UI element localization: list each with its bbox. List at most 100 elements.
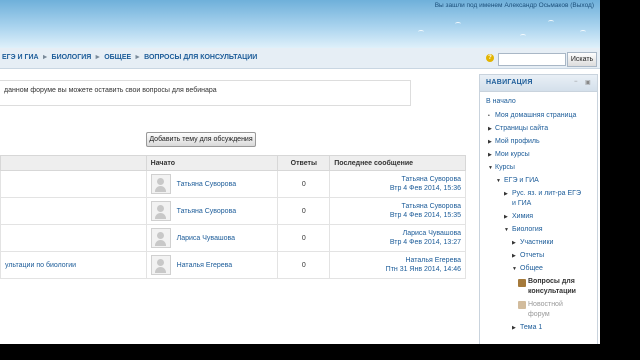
browser-screen: Вы зашли под именем Александр Осьмаков (… <box>0 0 600 344</box>
expand-arrow-icon[interactable]: ▶ <box>512 240 516 246</box>
last-post-author[interactable]: Татьяна Суворова <box>334 175 461 184</box>
last-post-date[interactable]: Втр 4 Фев 2014, 13:27 <box>334 238 461 247</box>
last-post-cell: Татьяна Суворова Втр 4 Фев 2014, 15:35 <box>329 197 466 225</box>
forum-icon <box>518 301 526 309</box>
nav-news-forum-line2[interactable]: форум <box>528 311 550 318</box>
expand-arrow-icon[interactable]: ▶ <box>488 139 492 145</box>
author-link[interactable]: Татьяна Суворова <box>177 181 236 188</box>
expand-arrow-icon[interactable]: ▶ <box>488 152 492 158</box>
table-row: Татьяна Суворова 0 Татьяна Суворова Втр 4… <box>0 170 466 198</box>
avatar[interactable] <box>150 201 171 221</box>
breadcrumb-link-ege[interactable]: ЕГЭ И ГИА <box>2 54 39 61</box>
breadcrumb-link-general[interactable]: ОБЩЕЕ <box>104 54 131 61</box>
started-cell: Татьяна Суворова <box>145 197 279 225</box>
help-icon[interactable]: ? <box>486 54 494 62</box>
breadcrumb-separator: ► <box>134 54 142 61</box>
expand-arrow-icon[interactable]: ▶ <box>504 214 508 220</box>
col-header-last-post[interactable]: Последнее сообщение <box>329 155 466 171</box>
last-post-author[interactable]: Наталья Егерева <box>334 256 461 265</box>
nav-my-home[interactable]: Моя домашняя страница <box>495 112 576 119</box>
forum-intro-box: данном форуме вы можете оставить свои во… <box>0 80 411 106</box>
expand-arrow-icon[interactable]: ▶ <box>512 253 516 259</box>
nav-topic-1[interactable]: Тема 1 <box>520 324 542 331</box>
col-header-started[interactable]: Начато <box>145 155 279 171</box>
replies-count[interactable]: 0 <box>277 224 331 252</box>
nav-my-profile[interactable]: Мой профиль <box>495 138 540 145</box>
nav-news-forum[interactable]: Новостной <box>528 301 563 308</box>
navigation-title: НАВИГАЦИЯ <box>486 79 533 86</box>
avatar[interactable] <box>150 255 171 275</box>
add-topic-button[interactable]: Добавить тему для обсуждения <box>146 132 256 147</box>
last-post-date[interactable]: Втр 4 Фев 2014, 15:36 <box>334 184 461 193</box>
last-post-date[interactable]: Втр 4 Фев 2014, 15:35 <box>334 211 461 220</box>
last-post-cell: Лариса Чувашова Втр 4 Фев 2014, 13:27 <box>329 224 466 252</box>
started-cell: Татьяна Суворова <box>145 170 279 198</box>
forum-icon <box>518 279 526 287</box>
nav-home[interactable]: В начало <box>486 98 516 105</box>
letterbox-bar <box>600 0 640 360</box>
nav-course-biology[interactable]: Биология <box>512 226 543 233</box>
nav-reports[interactable]: Отчеты <box>520 252 544 259</box>
last-post-cell: Наталья Егерева Птн 31 Янв 2014, 14:46 <box>329 251 466 279</box>
breadcrumb-separator: ► <box>94 54 102 61</box>
collapse-arrow-icon[interactable]: ▼ <box>512 266 517 272</box>
breadcrumb-separator: ► <box>41 54 49 61</box>
collapse-arrow-icon[interactable]: ▼ <box>488 165 493 171</box>
last-post-date[interactable]: Птн 31 Янв 2014, 14:46 <box>334 265 461 274</box>
expand-arrow-icon[interactable]: ▶ <box>488 126 492 132</box>
nav-forum-questions-line2[interactable]: консультации <box>528 288 576 295</box>
forum-intro-text: данном форуме вы можете оставить свои во… <box>4 87 217 94</box>
nav-course-russian-line2[interactable]: и ГИА <box>512 200 531 207</box>
topic-link[interactable]: ультации по биологии <box>0 251 147 279</box>
breadcrumb-current[interactable]: ВОПРОСЫ ДЛЯ КОНСУЛЬТАЦИИ <box>144 54 257 61</box>
topic-link[interactable] <box>0 197 147 225</box>
collapse-arrow-icon[interactable]: ▼ <box>504 227 509 233</box>
nav-course-russian[interactable]: Рус. яз. и лит-ра ЕГЭ <box>512 190 581 197</box>
bird-decoration <box>418 30 424 34</box>
nav-general[interactable]: Общее <box>520 265 543 272</box>
search-input[interactable] <box>498 53 566 66</box>
site-header: Вы зашли под именем Александр Осьмаков (… <box>0 0 600 48</box>
author-link[interactable]: Наталья Егерева <box>177 262 233 269</box>
table-row: Татьяна Суворова 0 Татьяна Суворова Втр 4… <box>0 197 466 225</box>
avatar[interactable] <box>150 228 171 248</box>
started-cell: Наталья Егерева <box>145 251 279 279</box>
last-post-cell: Татьяна Суворова Втр 4 Фев 2014, 15:36 <box>329 170 466 198</box>
navigation-header: НАВИГАЦИЯ − ▣ <box>480 75 597 92</box>
search-button[interactable]: Искать <box>567 52 597 67</box>
bullet-icon: • <box>488 113 490 119</box>
replies-count[interactable]: 0 <box>277 170 331 198</box>
table-row: Лариса Чувашова 0 Лариса Чувашова Втр 4 Ф… <box>0 224 466 252</box>
topic-link[interactable] <box>0 170 147 198</box>
replies-count[interactable]: 0 <box>277 197 331 225</box>
nav-participants[interactable]: Участники <box>520 239 553 246</box>
topic-link[interactable] <box>0 224 147 252</box>
last-post-author[interactable]: Татьяна Суворова <box>334 202 461 211</box>
nav-site-pages[interactable]: Страницы сайта <box>495 125 548 132</box>
last-post-author[interactable]: Лариса Чувашова <box>334 229 461 238</box>
bird-decoration <box>520 34 526 38</box>
bird-decoration <box>580 30 586 34</box>
author-link[interactable]: Лариса Чувашова <box>177 235 235 242</box>
nav-ege[interactable]: ЕГЭ и ГИА <box>504 177 539 184</box>
col-header-topic <box>0 155 147 171</box>
dock-icon[interactable]: ▣ <box>585 79 591 86</box>
author-link[interactable]: Татьяна Суворова <box>177 208 236 215</box>
avatar[interactable] <box>150 174 171 194</box>
nav-course-chemistry[interactable]: Химия <box>512 213 533 220</box>
discussion-table: Начато Ответы Последнее сообщение Татьян… <box>0 155 466 279</box>
nav-forum-questions[interactable]: Вопросы для <box>528 278 575 285</box>
expand-arrow-icon[interactable]: ▶ <box>504 191 508 197</box>
breadcrumb-link-biology[interactable]: БИОЛОГИЯ <box>52 54 92 61</box>
nav-courses[interactable]: Курсы <box>495 164 515 171</box>
col-header-replies[interactable]: Ответы <box>277 155 331 171</box>
replies-count[interactable]: 0 <box>277 251 331 279</box>
expand-arrow-icon[interactable]: ▶ <box>512 325 516 331</box>
collapse-icon[interactable]: − <box>574 79 578 85</box>
collapse-arrow-icon[interactable]: ▼ <box>496 178 501 184</box>
table-header-row: Начато Ответы Последнее сообщение <box>0 155 466 171</box>
navigation-block: НАВИГАЦИЯ − ▣ В начало • Моя домашняя ст… <box>479 74 598 344</box>
bird-decoration <box>548 20 554 24</box>
login-info[interactable]: Вы зашли под именем Александр Осьмаков (… <box>435 2 594 9</box>
nav-my-courses[interactable]: Мои курсы <box>495 151 530 158</box>
